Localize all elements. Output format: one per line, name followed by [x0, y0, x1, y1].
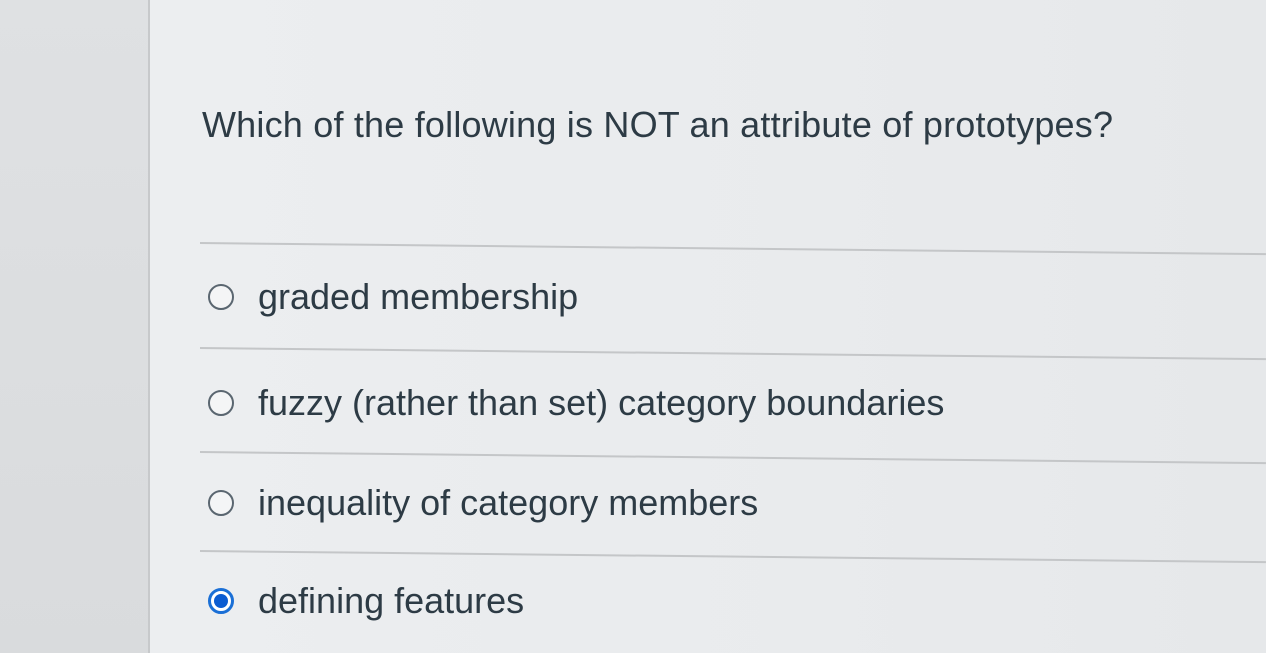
answer-label: inequality of category members — [258, 482, 759, 523]
radio-button-checked[interactable] — [208, 588, 234, 614]
answer-option-4[interactable]: defining features — [208, 576, 524, 626]
quiz-question-card: Which of the following is NOT an attribu… — [150, 0, 1266, 653]
radio-button-unchecked[interactable] — [208, 284, 234, 310]
radio-button-unchecked[interactable] — [208, 390, 234, 416]
answer-label: graded membership — [258, 276, 579, 317]
answer-divider — [199, 451, 1266, 465]
answer-label: fuzzy (rather than set) category boundar… — [258, 382, 945, 423]
question-text: Which of the following is NOT an attribu… — [202, 104, 1114, 145]
answer-option-2[interactable]: fuzzy (rather than set) category boundar… — [208, 378, 944, 428]
answer-divider — [199, 242, 1266, 256]
left-gutter — [0, 0, 148, 653]
answer-divider — [199, 550, 1266, 564]
answer-option-1[interactable]: graded membership — [208, 272, 578, 322]
answer-divider — [199, 347, 1266, 361]
radio-button-unchecked[interactable] — [208, 490, 234, 516]
answer-label: defining features — [258, 580, 525, 621]
answer-option-3[interactable]: inequality of category members — [208, 478, 758, 528]
